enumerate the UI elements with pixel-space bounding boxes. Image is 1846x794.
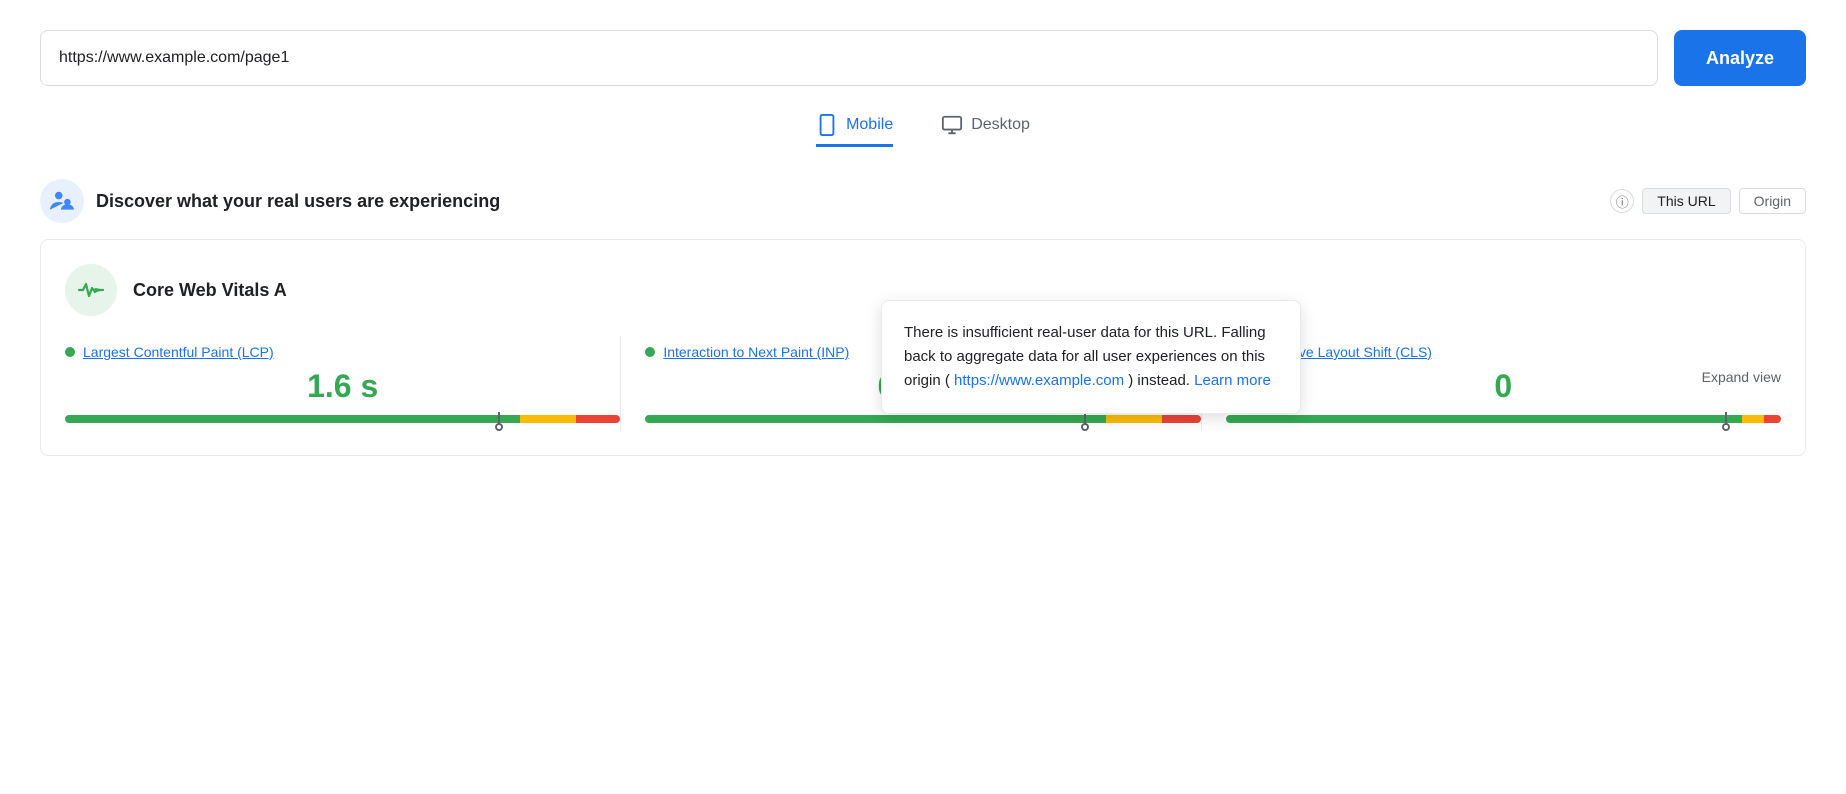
inp-bar-green <box>645 415 1106 423</box>
lcp-bar <box>65 415 620 423</box>
lcp-value: 1.6 s <box>65 368 620 405</box>
desktop-icon <box>941 114 963 136</box>
tooltip-popover: There is insufficient real-user data for… <box>881 300 1301 414</box>
cwv-title: Core Web Vitals A <box>133 280 287 301</box>
cwv-icon <box>75 274 107 306</box>
cwv-header-row: Core Web Vitals A There is insufficient … <box>65 264 1781 316</box>
cls-marker-dot <box>1722 423 1730 431</box>
section-avatar <box>40 179 84 223</box>
lcp-bar-orange <box>520 415 576 423</box>
tab-desktop-label: Desktop <box>971 116 1030 134</box>
metric-cls-label-row: Cumulative Layout Shift (CLS) <box>1226 344 1781 360</box>
lcp-label[interactable]: Largest Contentful Paint (LCP) <box>83 344 274 360</box>
lcp-bar-marker <box>498 412 500 426</box>
cls-bar-orange <box>1742 415 1764 423</box>
tabs-row: Mobile Desktop <box>40 114 1806 147</box>
metric-lcp-label-row: Largest Contentful Paint (LCP) <box>65 344 620 360</box>
section-title: Discover what your real users are experi… <box>96 191 500 212</box>
page-wrapper: Analyze Mobile Desktop <box>0 0 1846 486</box>
cwv-icon-wrap <box>65 264 117 316</box>
inp-bar-orange <box>1106 415 1162 423</box>
cls-bar <box>1226 415 1781 423</box>
section-header: Discover what your real users are experi… <box>40 179 1806 223</box>
inp-bar <box>645 415 1200 423</box>
url-origin-toggle: ⓘ This URL Origin <box>1610 188 1806 214</box>
this-url-button[interactable]: This URL <box>1642 188 1730 214</box>
section-header-left: Discover what your real users are experi… <box>40 179 500 223</box>
lcp-status-dot <box>65 347 75 357</box>
mobile-icon <box>816 114 838 136</box>
origin-button[interactable]: Origin <box>1739 188 1806 214</box>
inp-bar-red <box>1162 415 1201 423</box>
cls-bar-green <box>1226 415 1742 423</box>
cls-value: 0 <box>1226 368 1781 405</box>
lcp-bar-green <box>65 415 520 423</box>
tab-mobile-label: Mobile <box>846 116 893 134</box>
cls-bar-marker <box>1725 412 1727 426</box>
users-icon <box>49 188 75 214</box>
cwv-card: Core Web Vitals A There is insufficient … <box>40 239 1806 456</box>
lcp-bar-red <box>576 415 620 423</box>
analyze-button[interactable]: Analyze <box>1674 30 1806 86</box>
tooltip-learn-more[interactable]: Learn more <box>1194 372 1271 389</box>
tab-desktop[interactable]: Desktop <box>941 114 1030 147</box>
tooltip-text-part2: ) instead. <box>1128 372 1190 389</box>
tooltip-origin-link[interactable]: https://www.example.com <box>954 372 1124 389</box>
inp-bar-marker <box>1084 412 1086 426</box>
url-bar-row: Analyze <box>40 30 1806 86</box>
url-input[interactable] <box>40 30 1658 86</box>
expand-view[interactable]: Expand view <box>1702 369 1781 385</box>
cls-bar-red <box>1764 415 1781 423</box>
inp-marker-dot <box>1081 423 1089 431</box>
metric-lcp: Largest Contentful Paint (LCP) 1.6 s <box>65 336 620 431</box>
lcp-marker-dot <box>495 423 503 431</box>
inp-status-dot <box>645 347 655 357</box>
tab-mobile[interactable]: Mobile <box>816 114 893 147</box>
inp-label[interactable]: Interaction to Next Paint (INP) <box>663 344 849 360</box>
info-icon[interactable]: ⓘ <box>1610 189 1634 213</box>
